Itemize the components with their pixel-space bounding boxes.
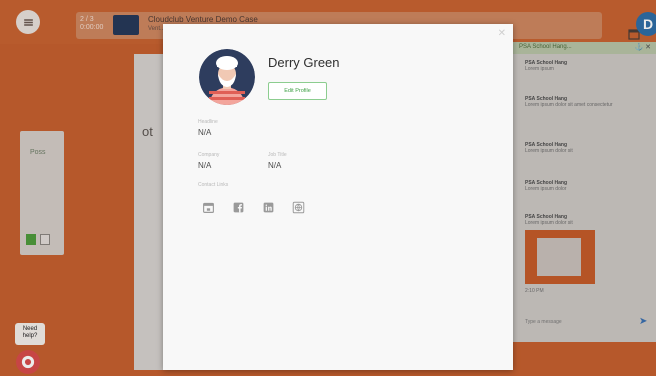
facebook-link[interactable] (228, 197, 248, 217)
linkedin-icon (263, 202, 273, 212)
contact-links-label: Contact Links (198, 182, 229, 188)
edit-profile-button[interactable]: Edit Profile (268, 82, 327, 100)
profile-name: Derry Green (268, 55, 340, 70)
website-link[interactable] (288, 197, 308, 217)
profile-avatar (199, 49, 255, 105)
headline-label: Headline (198, 119, 218, 125)
facebook-icon (233, 202, 243, 212)
avatar-illustration (199, 49, 255, 105)
calendar-link[interactable] (198, 197, 218, 217)
job-title-label: Job Title (268, 152, 287, 158)
globe-icon (292, 201, 304, 213)
headline-value: N/A (198, 128, 212, 137)
linkedin-link[interactable] (258, 197, 278, 217)
close-icon[interactable]: ✕ (498, 29, 506, 39)
calendar-icon (202, 202, 214, 213)
company-label: Company (198, 152, 220, 158)
job-title-value: N/A (268, 161, 282, 170)
company-value: N/A (198, 161, 212, 170)
profile-modal: ✕ Derry Green Edit Profile Headline N/A … (163, 24, 513, 370)
